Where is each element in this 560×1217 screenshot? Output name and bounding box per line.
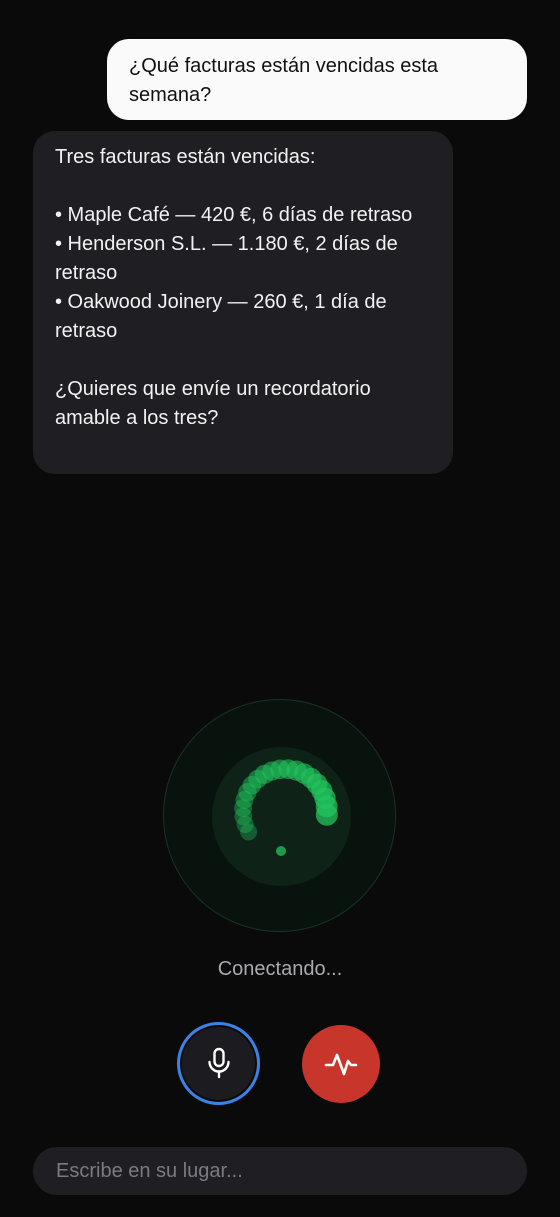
spinner-dot <box>315 803 338 826</box>
invoice-item: • Maple Café — 420 €, 6 días de retraso <box>55 204 413 226</box>
invoice-item: • Henderson S.L. — 1.180 €, 2 días de re… <box>55 233 398 284</box>
spinner-center-dot <box>276 846 286 856</box>
user-message-bubble: ¿Qué facturas están vencidas esta semana… <box>107 39 527 120</box>
connection-status: Conectando... <box>217 958 343 980</box>
microphone-button[interactable] <box>177 1022 260 1105</box>
type-instead-input[interactable] <box>33 1147 527 1195</box>
waveform-icon <box>324 1053 358 1076</box>
user-message-text: ¿Qué facturas están vencidas esta semana… <box>129 55 439 106</box>
microphone-icon <box>207 1047 230 1078</box>
invoice-item: • Oakwood Joinery — 260 €, 1 día de retr… <box>55 291 387 342</box>
loading-spinner-icon <box>234 759 338 856</box>
assistant-intro-text: Tres facturas están vencidas: <box>55 146 316 168</box>
voice-chat-screen: ¿Qué facturas están vencidas esta semana… <box>0 0 560 1217</box>
assistant-message-bubble: Tres facturas están vencidas: • Maple Ca… <box>33 131 453 474</box>
end-voice-button[interactable] <box>302 1025 380 1103</box>
assistant-question-text: ¿Quieres que envíe un recordatorio amabl… <box>55 378 371 429</box>
